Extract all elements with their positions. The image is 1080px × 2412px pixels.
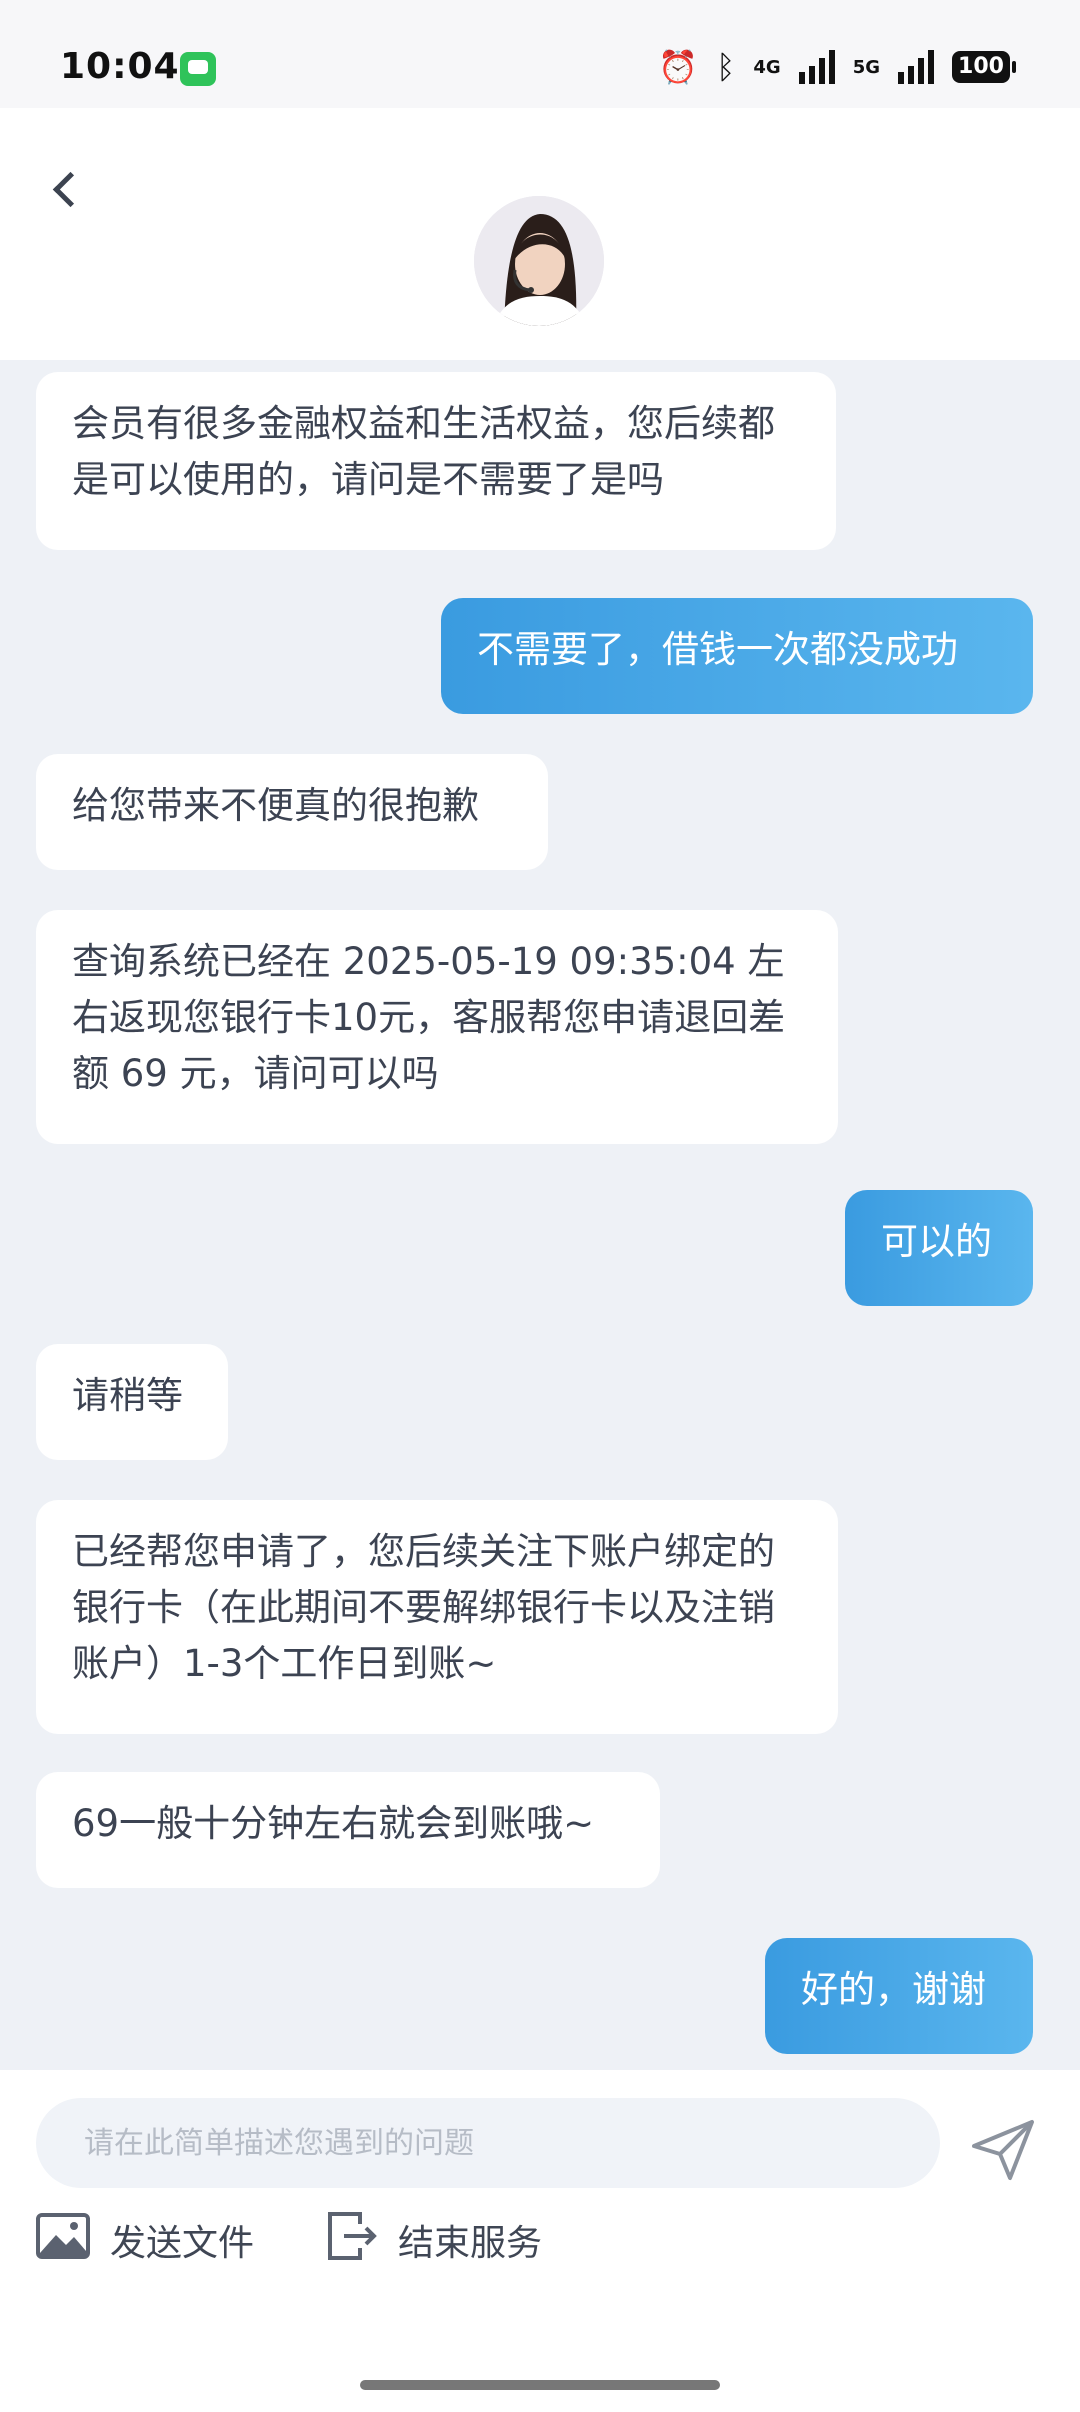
message-outgoing: 好的，谢谢 bbox=[765, 1938, 1033, 2054]
message-incoming: 69一般十分钟左右就会到账哦~ bbox=[36, 1772, 660, 1888]
home-indicator[interactable] bbox=[360, 2380, 720, 2390]
image-icon bbox=[36, 2212, 90, 2268]
message-incoming: 给您带来不便真的很抱歉 bbox=[36, 754, 548, 870]
send-icon[interactable] bbox=[966, 2112, 1040, 2186]
message-incoming: 请稍等 bbox=[36, 1344, 228, 1460]
status-time: 10:04 bbox=[60, 46, 180, 87]
message-incoming: 已经帮您申请了，您后续关注下账户绑定的银行卡（在此期间不要解绑银行卡以及注销账户… bbox=[36, 1500, 838, 1734]
message-incoming: 查询系统已经在 2025-05-19 09:35:04 左右返现您银行卡10元，… bbox=[36, 910, 838, 1144]
alarm-icon: ⏰ bbox=[658, 48, 699, 86]
chat-messages[interactable]: 会员有很多金融权益和生活权益，您后续都是可以使用的，请问是不需要了是吗 不需要了… bbox=[0, 360, 1080, 2070]
agent-avatar bbox=[474, 196, 604, 326]
send-file-label: 发送文件 bbox=[110, 2223, 255, 2264]
battery-icon: 100 bbox=[952, 51, 1016, 83]
status-bar: 10:04 ⏰ ᛒ 4G 5G 100 bbox=[0, 0, 1080, 108]
composer: 发送文件 结束服务 bbox=[0, 2070, 1080, 2412]
message-outgoing: 不需要了，借钱一次都没成功 bbox=[441, 598, 1033, 714]
back-button[interactable] bbox=[40, 155, 90, 225]
message-incoming: 会员有很多金融权益和生活权益，您后续都是可以使用的，请问是不需要了是吗 bbox=[36, 372, 836, 550]
send-file-button[interactable]: 发送文件 bbox=[36, 2200, 254, 2280]
message-outgoing: 可以的 bbox=[845, 1190, 1033, 1306]
status-icons: ⏰ ᛒ 4G 5G 100 bbox=[658, 48, 1016, 86]
signal-icon bbox=[798, 50, 835, 84]
end-service-label: 结束服务 bbox=[398, 2223, 543, 2264]
message-input[interactable] bbox=[36, 2098, 940, 2188]
network-type-2: 5G bbox=[852, 56, 880, 78]
signal-icon-2 bbox=[898, 50, 934, 84]
end-service-button[interactable]: 结束服务 bbox=[326, 2200, 542, 2280]
network-type-1: 4G bbox=[753, 56, 781, 78]
bluetooth-icon: ᛒ bbox=[716, 48, 736, 86]
message-notification-icon bbox=[180, 52, 216, 86]
exit-icon bbox=[326, 2210, 378, 2271]
